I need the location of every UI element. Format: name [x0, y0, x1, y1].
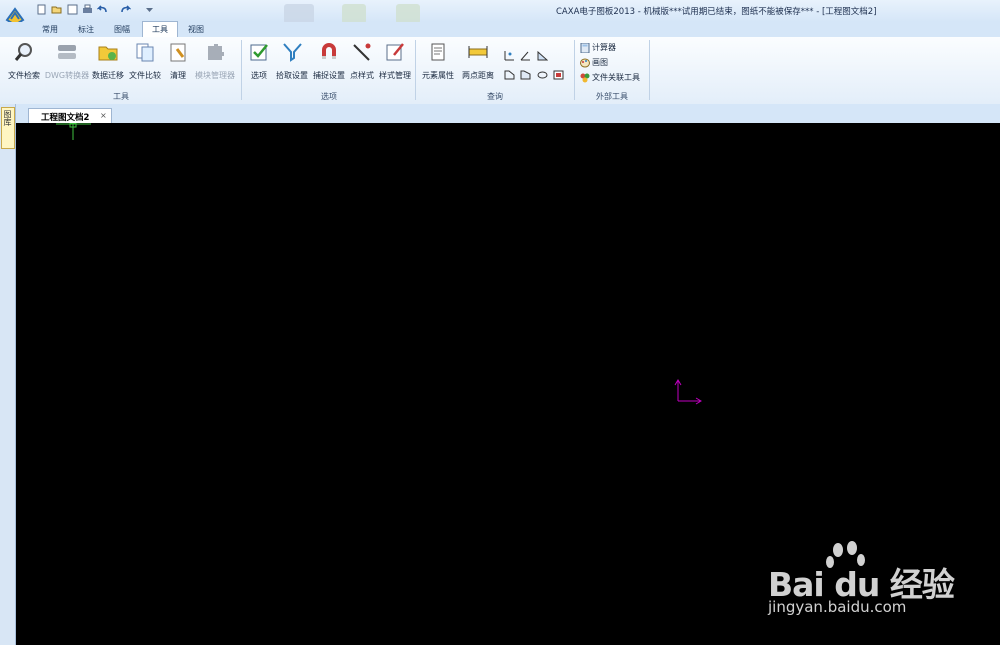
options-button[interactable]: 选项: [246, 41, 272, 81]
library-panel-button[interactable]: 图库: [1, 107, 15, 149]
calculator-item[interactable]: 计算器: [580, 42, 616, 54]
taskbar-thumbnail: [342, 4, 366, 24]
pick-settings-button[interactable]: 拾取设置: [274, 41, 310, 81]
baidu-jingyan-watermark: Bai du 经验 jingyan.baidu.com: [768, 540, 988, 624]
close-tab-icon[interactable]: ×: [100, 111, 107, 120]
scroll-properties-icon: [431, 43, 445, 61]
tab-common[interactable]: 常用: [34, 22, 66, 37]
crosshair-cursor-icon: [56, 123, 91, 140]
side-panel: [0, 104, 16, 645]
puzzle-icon: [208, 44, 224, 60]
file-search-button[interactable]: 文件检索: [6, 41, 42, 81]
magnifier-icon: [14, 43, 32, 61]
customize-dropdown-icon[interactable]: [144, 4, 155, 15]
new-file-icon[interactable]: [36, 4, 47, 15]
group-label-options: 选项: [321, 92, 337, 101]
checkbox-icon: [250, 44, 268, 61]
point-style-icon: [353, 43, 371, 61]
save-icon[interactable]: [67, 4, 78, 15]
magnet-icon: [322, 43, 336, 59]
group-label-external: 外部工具: [596, 92, 628, 101]
centroid-icon[interactable]: [520, 69, 531, 80]
moment-of-inertia-icon[interactable]: [537, 69, 548, 80]
style-manager-button[interactable]: 样式管理: [377, 41, 413, 81]
file-compare-button[interactable]: 文件比较: [127, 41, 163, 81]
undo-icon[interactable]: [97, 4, 108, 15]
purge-button[interactable]: 清理: [164, 41, 192, 81]
paint-item[interactable]: 画图: [580, 57, 608, 69]
calculator-icon: [580, 42, 590, 53]
distance-ruler-icon: [468, 46, 488, 58]
file-compare-icon: [136, 43, 154, 62]
system-status-icon[interactable]: [553, 69, 564, 80]
window-title: CAXA电子图板2013 - 机械版***试用期已结束，图纸不能被保存*** -…: [556, 7, 877, 17]
tab-drawing-frame[interactable]: 图幅: [106, 22, 138, 37]
two-point-distance-button[interactable]: 两点距离: [460, 41, 496, 81]
ribbon-panel: 文件检索 DWG转换器 数据迁移 文件比较 清理 模块管理器 工具 选项 拾取设…: [0, 37, 1000, 105]
group-separator: [241, 40, 242, 100]
dwg-converter-icon: [58, 45, 76, 59]
tab-annotate[interactable]: 标注: [70, 22, 102, 37]
ucs-axes-icon: [674, 379, 702, 405]
print-icon[interactable]: [82, 4, 93, 15]
style-manager-icon: [386, 43, 404, 61]
redo-icon[interactable]: [120, 4, 131, 15]
document-tab-bar: [0, 104, 1000, 123]
data-migration-button[interactable]: 数据迁移: [90, 41, 126, 81]
element-properties-button[interactable]: 元素属性: [420, 41, 456, 81]
point-coordinate-icon[interactable]: [504, 50, 515, 61]
point-style-button[interactable]: 点样式: [348, 41, 376, 81]
module-manager-button[interactable]: 模块管理器: [192, 41, 238, 81]
taskbar-thumbnail: [396, 4, 420, 24]
group-separator: [649, 40, 650, 100]
angle-icon[interactable]: [520, 50, 531, 61]
purge-icon: [170, 43, 186, 62]
group-label-tools: 工具: [113, 92, 129, 101]
pick-filter-icon: [283, 43, 302, 62]
title-bar: CAXA电子图板2013 - 机械版***试用期已结束，图纸不能被保存*** -…: [0, 0, 1000, 27]
paint-palette-icon: [580, 58, 590, 67]
watermark-url: jingyan.baidu.com: [768, 598, 907, 616]
file-association-tool-item[interactable]: 文件关联工具: [580, 72, 640, 84]
open-folder-icon[interactable]: [51, 4, 62, 15]
taskbar-thumbnail: [284, 4, 314, 24]
folder-migrate-icon: [98, 46, 118, 61]
snap-settings-button[interactable]: 捕捉设置: [311, 41, 347, 81]
area-icon[interactable]: [537, 50, 548, 61]
tab-view[interactable]: 视图: [180, 22, 212, 37]
ribbon-tab-bar: 常用 标注 图幅 工具 视图: [0, 21, 1000, 37]
tab-tools[interactable]: 工具: [142, 21, 178, 37]
perimeter-icon[interactable]: [504, 69, 515, 80]
file-association-icon: [580, 73, 590, 82]
document-tab[interactable]: 工程图文档2 ×: [28, 108, 112, 124]
document-tab-label: 工程图文档2: [41, 113, 90, 123]
dwg-converter-button[interactable]: DWG转换器: [44, 41, 90, 81]
group-label-query: 查询: [487, 92, 503, 101]
library-panel-label: 图库: [3, 110, 12, 126]
